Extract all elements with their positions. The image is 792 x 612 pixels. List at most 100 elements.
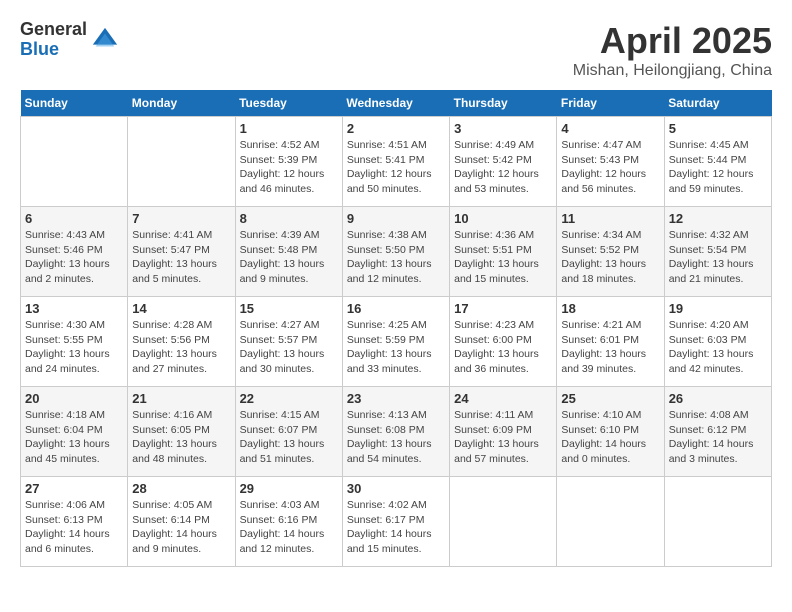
calendar-cell xyxy=(128,117,235,207)
calendar-cell: 6Sunrise: 4:43 AMSunset: 5:46 PMDaylight… xyxy=(21,207,128,297)
header-friday: Friday xyxy=(557,90,664,117)
day-number: 2 xyxy=(347,121,445,136)
day-info: Sunrise: 4:21 AMSunset: 6:01 PMDaylight:… xyxy=(561,318,659,377)
header-wednesday: Wednesday xyxy=(342,90,449,117)
calendar-cell: 22Sunrise: 4:15 AMSunset: 6:07 PMDayligh… xyxy=(235,387,342,477)
calendar-cell: 12Sunrise: 4:32 AMSunset: 5:54 PMDayligh… xyxy=(664,207,771,297)
day-info: Sunrise: 4:45 AMSunset: 5:44 PMDaylight:… xyxy=(669,138,767,197)
logo-icon xyxy=(91,26,119,54)
day-number: 21 xyxy=(132,391,230,406)
day-number: 10 xyxy=(454,211,552,226)
calendar-cell: 19 Sunrise: 4:20 AMSunset: 6:03 PMDayligh… xyxy=(664,297,771,387)
header-monday: Monday xyxy=(128,90,235,117)
calendar-cell: 4Sunrise: 4:47 AMSunset: 5:43 PMDaylight… xyxy=(557,117,664,207)
day-number: 18 xyxy=(561,301,659,316)
day-number: 11 xyxy=(561,211,659,226)
day-info: Sunrise: 4:11 AMSunset: 6:09 PMDaylight:… xyxy=(454,408,552,467)
logo-blue: Blue xyxy=(20,40,87,60)
calendar-cell: 16 Sunrise: 4:25 AMSunset: 5:59 PMDayligh… xyxy=(342,297,449,387)
logo: General Blue xyxy=(20,20,119,60)
day-number: 28 xyxy=(132,481,230,496)
day-info: Sunrise: 4:18 AMSunset: 6:04 PMDaylight:… xyxy=(25,408,123,467)
calendar-title-area: April 2025 Mishan, Heilongjiang, China xyxy=(573,20,772,80)
calendar-cell: 26 Sunrise: 4:08 AMSunset: 6:12 PMDayligh… xyxy=(664,387,771,477)
calendar-cell: 1Sunrise: 4:52 AMSunset: 5:39 PMDaylight… xyxy=(235,117,342,207)
calendar-cell: 5 Sunrise: 4:45 AMSunset: 5:44 PMDaylight… xyxy=(664,117,771,207)
header-tuesday: Tuesday xyxy=(235,90,342,117)
calendar-cell: 9Sunrise: 4:38 AMSunset: 5:50 PMDaylight… xyxy=(342,207,449,297)
day-number: 15 xyxy=(240,301,338,316)
day-info: Sunrise: 4:13 AMSunset: 6:08 PMDaylight:… xyxy=(347,408,445,467)
header-thursday: Thursday xyxy=(450,90,557,117)
day-number: 13 xyxy=(25,301,123,316)
calendar-cell: 3 Sunrise: 4:49 AMSunset: 5:42 PMDaylight… xyxy=(450,117,557,207)
day-number: 26 xyxy=(669,391,767,406)
day-info: Sunrise: 4:06 AMSunset: 6:13 PMDaylight:… xyxy=(25,498,123,557)
day-info: Sunrise: 4:10 AMSunset: 6:10 PMDaylight:… xyxy=(561,408,659,467)
calendar-cell xyxy=(21,117,128,207)
calendar-week-1: 1Sunrise: 4:52 AMSunset: 5:39 PMDaylight… xyxy=(21,117,772,207)
calendar-cell: 17Sunrise: 4:23 AMSunset: 6:00 PMDayligh… xyxy=(450,297,557,387)
day-info: Sunrise: 4:03 AMSunset: 6:16 PMDaylight:… xyxy=(240,498,338,557)
day-number: 6 xyxy=(25,211,123,226)
day-info: Sunrise: 4:20 AMSunset: 6:03 PMDaylight:… xyxy=(669,318,767,377)
calendar-cell: 7 Sunrise: 4:41 AMSunset: 5:47 PMDaylight… xyxy=(128,207,235,297)
calendar-table: SundayMondayTuesdayWednesdayThursdayFrid… xyxy=(20,90,772,567)
day-info: Sunrise: 4:49 AMSunset: 5:42 PMDaylight:… xyxy=(454,138,552,197)
calendar-cell xyxy=(557,477,664,567)
day-info: Sunrise: 4:02 AMSunset: 6:17 PMDaylight:… xyxy=(347,498,445,557)
calendar-cell: 21 Sunrise: 4:16 AMSunset: 6:05 PMDayligh… xyxy=(128,387,235,477)
calendar-week-3: 13 Sunrise: 4:30 AMSunset: 5:55 PMDayligh… xyxy=(21,297,772,387)
day-number: 30 xyxy=(347,481,445,496)
day-info: Sunrise: 4:39 AMSunset: 5:48 PMDaylight:… xyxy=(240,228,338,287)
day-number: 7 xyxy=(132,211,230,226)
day-number: 12 xyxy=(669,211,767,226)
calendar-cell: 14 Sunrise: 4:28 AMSunset: 5:56 PMDayligh… xyxy=(128,297,235,387)
page-header: General Blue April 2025 Mishan, Heilongj… xyxy=(20,20,772,80)
day-info: Sunrise: 4:30 AMSunset: 5:55 PMDaylight:… xyxy=(25,318,123,377)
day-number: 24 xyxy=(454,391,552,406)
calendar-cell: 28 Sunrise: 4:05 AMSunset: 6:14 PMDayligh… xyxy=(128,477,235,567)
day-info: Sunrise: 4:28 AMSunset: 5:56 PMDaylight:… xyxy=(132,318,230,377)
day-number: 17 xyxy=(454,301,552,316)
day-info: Sunrise: 4:08 AMSunset: 6:12 PMDaylight:… xyxy=(669,408,767,467)
day-number: 14 xyxy=(132,301,230,316)
day-number: 9 xyxy=(347,211,445,226)
day-number: 20 xyxy=(25,391,123,406)
day-number: 16 xyxy=(347,301,445,316)
header-sunday: Sunday xyxy=(21,90,128,117)
day-number: 22 xyxy=(240,391,338,406)
day-info: Sunrise: 4:16 AMSunset: 6:05 PMDaylight:… xyxy=(132,408,230,467)
calendar-header-row: SundayMondayTuesdayWednesdayThursdayFrid… xyxy=(21,90,772,117)
day-number: 25 xyxy=(561,391,659,406)
calendar-cell: 10 Sunrise: 4:36 AMSunset: 5:51 PMDayligh… xyxy=(450,207,557,297)
calendar-cell xyxy=(450,477,557,567)
header-saturday: Saturday xyxy=(664,90,771,117)
day-number: 5 xyxy=(669,121,767,136)
day-info: Sunrise: 4:36 AMSunset: 5:51 PMDaylight:… xyxy=(454,228,552,287)
calendar-location: Mishan, Heilongjiang, China xyxy=(573,62,772,80)
day-number: 19 xyxy=(669,301,767,316)
day-number: 23 xyxy=(347,391,445,406)
calendar-cell: 24 Sunrise: 4:11 AMSunset: 6:09 PMDayligh… xyxy=(450,387,557,477)
calendar-week-2: 6Sunrise: 4:43 AMSunset: 5:46 PMDaylight… xyxy=(21,207,772,297)
day-info: Sunrise: 4:41 AMSunset: 5:47 PMDaylight:… xyxy=(132,228,230,287)
day-info: Sunrise: 4:25 AMSunset: 5:59 PMDaylight:… xyxy=(347,318,445,377)
day-info: Sunrise: 4:05 AMSunset: 6:14 PMDaylight:… xyxy=(132,498,230,557)
day-info: Sunrise: 4:27 AMSunset: 5:57 PMDaylight:… xyxy=(240,318,338,377)
day-info: Sunrise: 4:52 AMSunset: 5:39 PMDaylight:… xyxy=(240,138,338,197)
calendar-cell: 15 Sunrise: 4:27 AMSunset: 5:57 PMDayligh… xyxy=(235,297,342,387)
day-number: 4 xyxy=(561,121,659,136)
calendar-month-year: April 2025 xyxy=(573,20,772,62)
calendar-cell: 30 Sunrise: 4:02 AMSunset: 6:17 PMDayligh… xyxy=(342,477,449,567)
calendar-cell: 20 Sunrise: 4:18 AMSunset: 6:04 PMDayligh… xyxy=(21,387,128,477)
calendar-cell: 27Sunrise: 4:06 AMSunset: 6:13 PMDayligh… xyxy=(21,477,128,567)
day-info: Sunrise: 4:51 AMSunset: 5:41 PMDaylight:… xyxy=(347,138,445,197)
calendar-cell: 2 Sunrise: 4:51 AMSunset: 5:41 PMDaylight… xyxy=(342,117,449,207)
day-number: 3 xyxy=(454,121,552,136)
calendar-cell: 11Sunrise: 4:34 AMSunset: 5:52 PMDayligh… xyxy=(557,207,664,297)
calendar-cell xyxy=(664,477,771,567)
calendar-cell: 23 Sunrise: 4:13 AMSunset: 6:08 PMDayligh… xyxy=(342,387,449,477)
day-number: 29 xyxy=(240,481,338,496)
calendar-cell: 13 Sunrise: 4:30 AMSunset: 5:55 PMDayligh… xyxy=(21,297,128,387)
